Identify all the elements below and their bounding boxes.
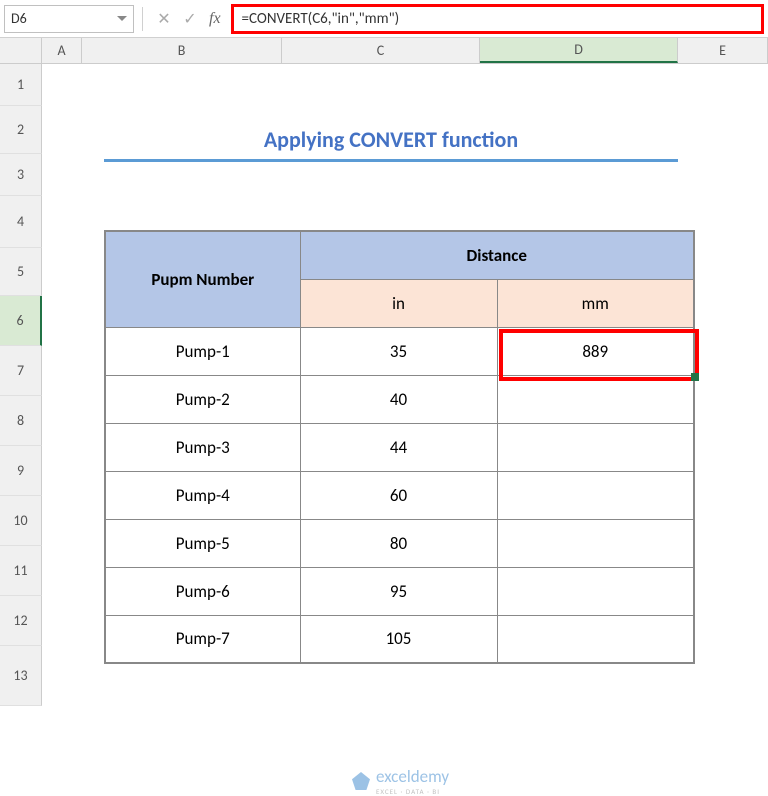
row-header-10[interactable]: 10 [0,496,42,546]
cell-pump-name[interactable]: Pump-2 [105,375,300,423]
cell-pump-name[interactable]: Pump-1 [105,327,300,375]
row-header-3[interactable]: 3 [0,154,42,196]
select-all-corner[interactable] [0,38,42,63]
column-header-D[interactable]: D [480,38,678,63]
row-header-2[interactable]: 2 [0,106,42,154]
cell-mm-value[interactable] [497,423,694,471]
watermark-text: exceldemy EXCEL · DATA · BI [376,766,449,796]
cell-mm-value[interactable] [497,471,694,519]
row-header-5[interactable]: 5 [0,248,42,296]
formula-bar: D6 ✕ ✓ fx =CONVERT(C6,"in","mm") [0,0,768,38]
spreadsheet-grid: A B C D E 1 2 3 4 5 6 7 8 9 10 11 12 13 … [0,38,768,706]
row-header-4[interactable]: 4 [0,196,42,248]
confirm-formula-icon[interactable]: ✓ [177,6,203,32]
column-header-A[interactable]: A [42,38,82,63]
header-pump-number[interactable]: Pupm Number [105,231,300,327]
fx-icon[interactable]: fx [209,10,221,28]
watermark-logo-icon [352,772,370,790]
table-row: Pump-6 95 [105,567,694,615]
formula-text: =CONVERT(C6,"in","mm") [242,10,400,28]
table-row: Pump-1 35 889 [105,327,694,375]
cell-pump-name[interactable]: Pump-4 [105,471,300,519]
table-row: Pump-7 105 [105,615,694,663]
chevron-down-icon[interactable] [117,16,127,21]
row-header-11[interactable]: 11 [0,546,42,596]
cell-in-value[interactable]: 44 [300,423,497,471]
watermark: exceldemy EXCEL · DATA · BI [352,766,449,796]
separator [142,7,143,31]
watermark-brand: exceldemy [376,766,449,787]
data-table: Pupm Number Distance in mm Pump-1 35 889… [104,230,695,664]
header-distance[interactable]: Distance [300,231,694,279]
column-header-B[interactable]: B [82,38,282,63]
cell-in-value[interactable]: 60 [300,471,497,519]
cell-pump-name[interactable]: Pump-6 [105,567,300,615]
cell-in-value[interactable]: 40 [300,375,497,423]
row-header-9[interactable]: 9 [0,446,42,496]
column-header-C[interactable]: C [282,38,480,63]
worksheet-title-row: Applying CONVERT function [104,126,678,162]
table-row: Pump-2 40 [105,375,694,423]
cell-in-value[interactable]: 35 [300,327,497,375]
worksheet-title: Applying CONVERT function [104,126,678,153]
title-underline [104,159,678,162]
row-header-6[interactable]: 6 [0,296,42,346]
row-header-7[interactable]: 7 [0,346,42,396]
name-box-value: D6 [11,10,27,27]
cell-mm-value[interactable] [497,567,694,615]
table-row: Pump-3 44 [105,423,694,471]
formula-input[interactable]: =CONVERT(C6,"in","mm") [231,4,764,34]
column-header-E[interactable]: E [678,38,768,63]
cell-mm-value[interactable] [497,615,694,663]
cells-area[interactable]: Applying CONVERT function Pupm Number Di… [42,64,768,706]
row-header-12[interactable]: 12 [0,596,42,646]
row-header-1[interactable]: 1 [0,64,42,106]
cancel-formula-icon[interactable]: ✕ [151,6,177,32]
cell-mm-value[interactable] [497,375,694,423]
watermark-tagline: EXCEL · DATA · BI [376,787,449,796]
header-mm[interactable]: mm [497,279,694,327]
cell-pump-name[interactable]: Pump-7 [105,615,300,663]
cell-in-value[interactable]: 80 [300,519,497,567]
cell-in-value[interactable]: 95 [300,567,497,615]
name-box[interactable]: D6 [4,5,134,33]
table-row: Pump-5 80 [105,519,694,567]
header-in[interactable]: in [300,279,497,327]
table-row: Pump-4 60 [105,471,694,519]
column-headers: A B C D E [0,38,768,64]
cell-pump-name[interactable]: Pump-5 [105,519,300,567]
cell-pump-name[interactable]: Pump-3 [105,423,300,471]
table-header-row-1: Pupm Number Distance [105,231,694,279]
row-header-13[interactable]: 13 [0,646,42,706]
row-headers: 1 2 3 4 5 6 7 8 9 10 11 12 13 [0,64,42,706]
cell-mm-value[interactable] [497,519,694,567]
row-header-8[interactable]: 8 [0,396,42,446]
cell-mm-value[interactable]: 889 [497,327,694,375]
cell-in-value[interactable]: 105 [300,615,497,663]
grid-body: 1 2 3 4 5 6 7 8 9 10 11 12 13 Applying C… [0,64,768,706]
